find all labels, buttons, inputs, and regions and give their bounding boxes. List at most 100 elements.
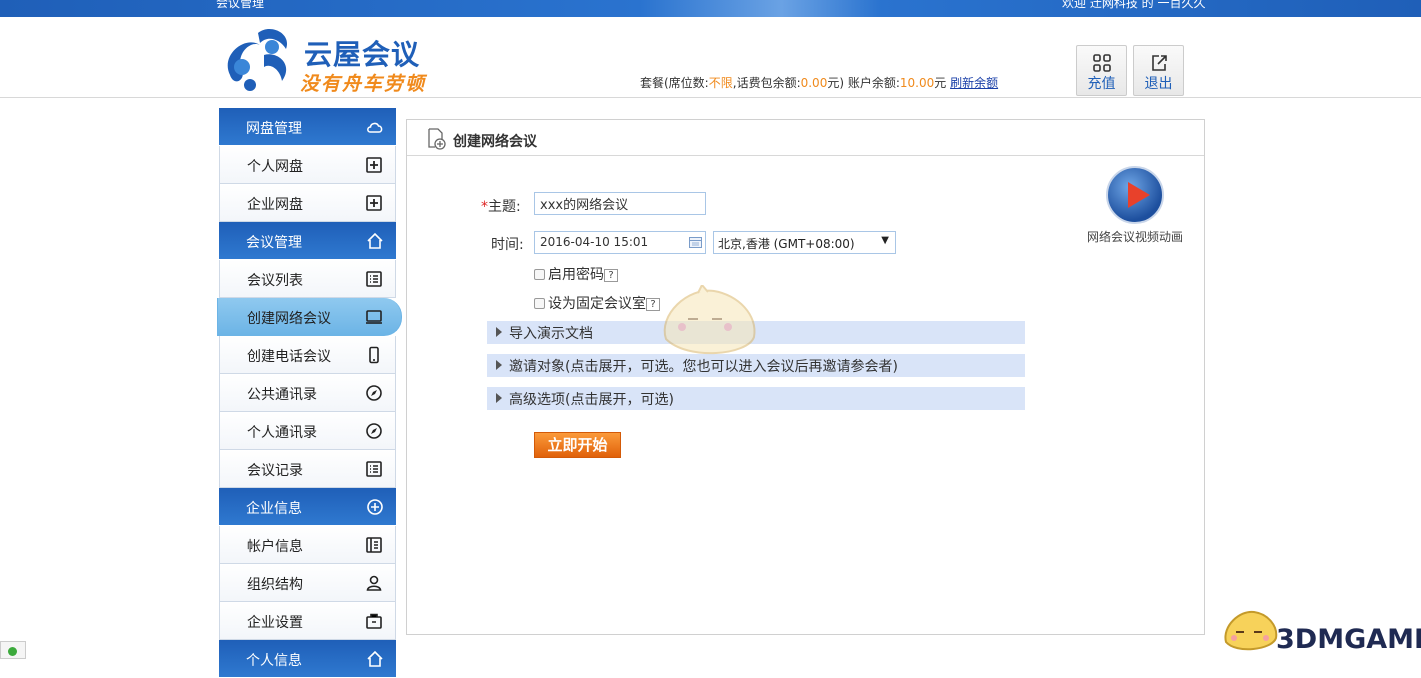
compass-icon xyxy=(366,385,382,401)
plus-box-icon xyxy=(366,157,382,173)
book-icon xyxy=(366,537,382,553)
logout-button[interactable]: 退出 xyxy=(1133,45,1184,96)
timezone-value: 北京,香港 (GMT+08:00) xyxy=(718,237,855,251)
sidebar-section-personal-info[interactable]: 个人信息 xyxy=(219,640,396,678)
sidebar-item-label: 企业设置 xyxy=(247,615,303,631)
compass-icon xyxy=(366,423,382,439)
logout-label: 退出 xyxy=(1144,76,1173,92)
plus-circle-icon xyxy=(367,499,383,515)
sidebar-item-account-info[interactable]: 帐户信息 xyxy=(219,526,396,564)
seat-count: 不限 xyxy=(708,76,733,90)
sidebar-item-label: 帐户信息 xyxy=(247,539,303,555)
user-icon xyxy=(366,575,382,591)
recharge-button[interactable]: 充值 xyxy=(1076,45,1127,96)
expand-arrow-icon xyxy=(496,360,502,370)
password-label: 启用密码 xyxy=(548,267,604,283)
video-animation-link[interactable]: 网络会议视频动画 xyxy=(1087,166,1183,245)
fixed-room-checkbox[interactable] xyxy=(534,298,545,309)
panel-header: 创建网络会议 xyxy=(407,120,1204,156)
fixed-room-checkbox-row[interactable]: 设为固定会议室? xyxy=(534,293,660,313)
account-balance-suffix: 元 xyxy=(934,76,947,90)
create-meeting-panel: 创建网络会议 网络会议视频动画 *主题: 时间: 2016-04-10 15:0… xyxy=(406,119,1205,635)
dropdown-arrow-icon: ▼ xyxy=(881,235,889,246)
header: 云屋会议 没有舟车劳顿 套餐(席位数:不限,话费包余额:0.00元) 账户余额:… xyxy=(0,17,1421,98)
accordion-label: 高级选项(点击展开，可选) xyxy=(509,392,674,408)
sidebar-item-label: 会议记录 xyxy=(247,463,303,479)
sidebar-item-public-contacts[interactable]: 公共通讯录 xyxy=(219,374,396,412)
call-balance-prefix: ,话费包余额: xyxy=(732,76,801,90)
monitor-icon xyxy=(366,310,382,324)
start-now-button[interactable]: 立即开始 xyxy=(534,432,621,458)
help-icon[interactable]: ? xyxy=(604,269,618,282)
time-value: 2016-04-10 15:01 xyxy=(540,235,649,249)
sidebar-item-create-web-meeting[interactable]: 创建网络会议 xyxy=(217,298,402,336)
status-dot-icon xyxy=(8,647,17,656)
watermark-mascot-icon xyxy=(663,285,756,355)
brand-mascot-icon xyxy=(1224,610,1278,651)
sidebar-item-personal-drive[interactable]: 个人网盘 xyxy=(219,146,396,184)
sidebar-item-label: 组织结构 xyxy=(247,577,303,593)
top-bar-welcome-text: 欢迎 迁网科技 的 一百久久 xyxy=(1062,0,1206,10)
sidebar-item-create-phone-meeting[interactable]: 创建电话会议 xyxy=(219,336,396,374)
exit-icon xyxy=(1151,55,1167,71)
sidebar-section-meeting-management[interactable]: 会议管理 xyxy=(219,222,396,260)
accordion-label: 导入演示文档 xyxy=(509,326,593,342)
subject-label-text: 主题: xyxy=(488,199,521,215)
sidebar-item-personal-contacts[interactable]: 个人通讯录 xyxy=(219,412,396,450)
fixed-room-label: 设为固定会议室 xyxy=(548,296,646,312)
briefcase-icon xyxy=(366,613,382,629)
play-icon xyxy=(1106,166,1164,224)
list-icon xyxy=(366,461,382,477)
expand-arrow-icon xyxy=(496,393,502,403)
sidebar-item-label: 个人网盘 xyxy=(247,159,303,175)
status-indicator xyxy=(0,641,26,659)
time-input[interactable]: 2016-04-10 15:01 xyxy=(534,231,706,254)
home-icon xyxy=(367,650,383,667)
sidebar-item-label: 个人通讯录 xyxy=(247,425,317,441)
plus-box-icon xyxy=(366,195,382,211)
sidebar-item-label: 创建网络会议 xyxy=(247,311,331,327)
refresh-balance-link[interactable]: 刷新余额 xyxy=(950,76,998,90)
phone-icon xyxy=(369,346,379,364)
sidebar-item-enterprise-drive[interactable]: 企业网盘 xyxy=(219,184,396,222)
call-balance: 0.00 xyxy=(800,76,828,90)
sidebar-item-label: 创建电话会议 xyxy=(247,349,331,365)
logo[interactable]: 云屋会议 没有舟车劳顿 xyxy=(220,25,440,95)
password-checkbox[interactable] xyxy=(534,269,545,280)
sidebar-item-label: 公共通讯录 xyxy=(247,387,317,403)
section-label: 企业信息 xyxy=(246,501,302,517)
recharge-label: 充值 xyxy=(1087,76,1116,92)
sidebar-item-org-structure[interactable]: 组织结构 xyxy=(219,564,396,602)
grid-icon xyxy=(1092,54,1111,72)
sidebar-item-label: 会议列表 xyxy=(247,273,303,289)
sidebar-item-meeting-records[interactable]: 会议记录 xyxy=(219,450,396,488)
calendar-icon xyxy=(689,237,702,248)
sidebar-section-enterprise-info[interactable]: 企业信息 xyxy=(219,488,396,526)
top-bar-left-text: 会议管理 xyxy=(216,0,265,10)
subject-input[interactable] xyxy=(534,192,706,215)
time-label: 时间: xyxy=(491,237,524,253)
brand-slogan: 没有舟车劳顿 xyxy=(300,73,427,95)
subject-label: *主题: xyxy=(481,196,521,216)
timezone-select[interactable]: 北京,香港 (GMT+08:00) ▼ xyxy=(713,231,896,254)
section-label: 个人信息 xyxy=(246,653,302,669)
site-watermark: 3DMGAME xyxy=(1276,624,1421,655)
sidebar-item-label: 企业网盘 xyxy=(247,197,303,213)
cloud-icon xyxy=(367,122,383,133)
list-icon xyxy=(366,271,382,287)
account-info: 套餐(席位数:不限,话费包余额:0.00元) 账户余额:10.00元 刷新余额 xyxy=(640,74,998,91)
expand-arrow-icon xyxy=(496,327,502,337)
video-animation-label: 网络会议视频动画 xyxy=(1087,230,1184,244)
top-bar: 会议管理 欢迎 迁网科技 的 一百久久 xyxy=(0,0,1421,17)
sidebar-section-cloud-drive[interactable]: 网盘管理 xyxy=(219,108,396,146)
package-prefix: 套餐(席位数: xyxy=(640,76,709,90)
required-mark: * xyxy=(481,199,488,215)
sidebar-item-enterprise-settings[interactable]: 企业设置 xyxy=(219,602,396,640)
accordion-advanced[interactable]: 高级选项(点击展开，可选) xyxy=(487,387,1025,410)
add-document-icon xyxy=(428,128,446,150)
logo-mark-icon xyxy=(227,28,288,91)
sidebar-item-meeting-list[interactable]: 会议列表 xyxy=(219,260,396,298)
password-checkbox-row[interactable]: 启用密码? xyxy=(534,264,618,284)
account-balance: 10.00 xyxy=(899,76,935,90)
home-icon xyxy=(367,232,383,249)
